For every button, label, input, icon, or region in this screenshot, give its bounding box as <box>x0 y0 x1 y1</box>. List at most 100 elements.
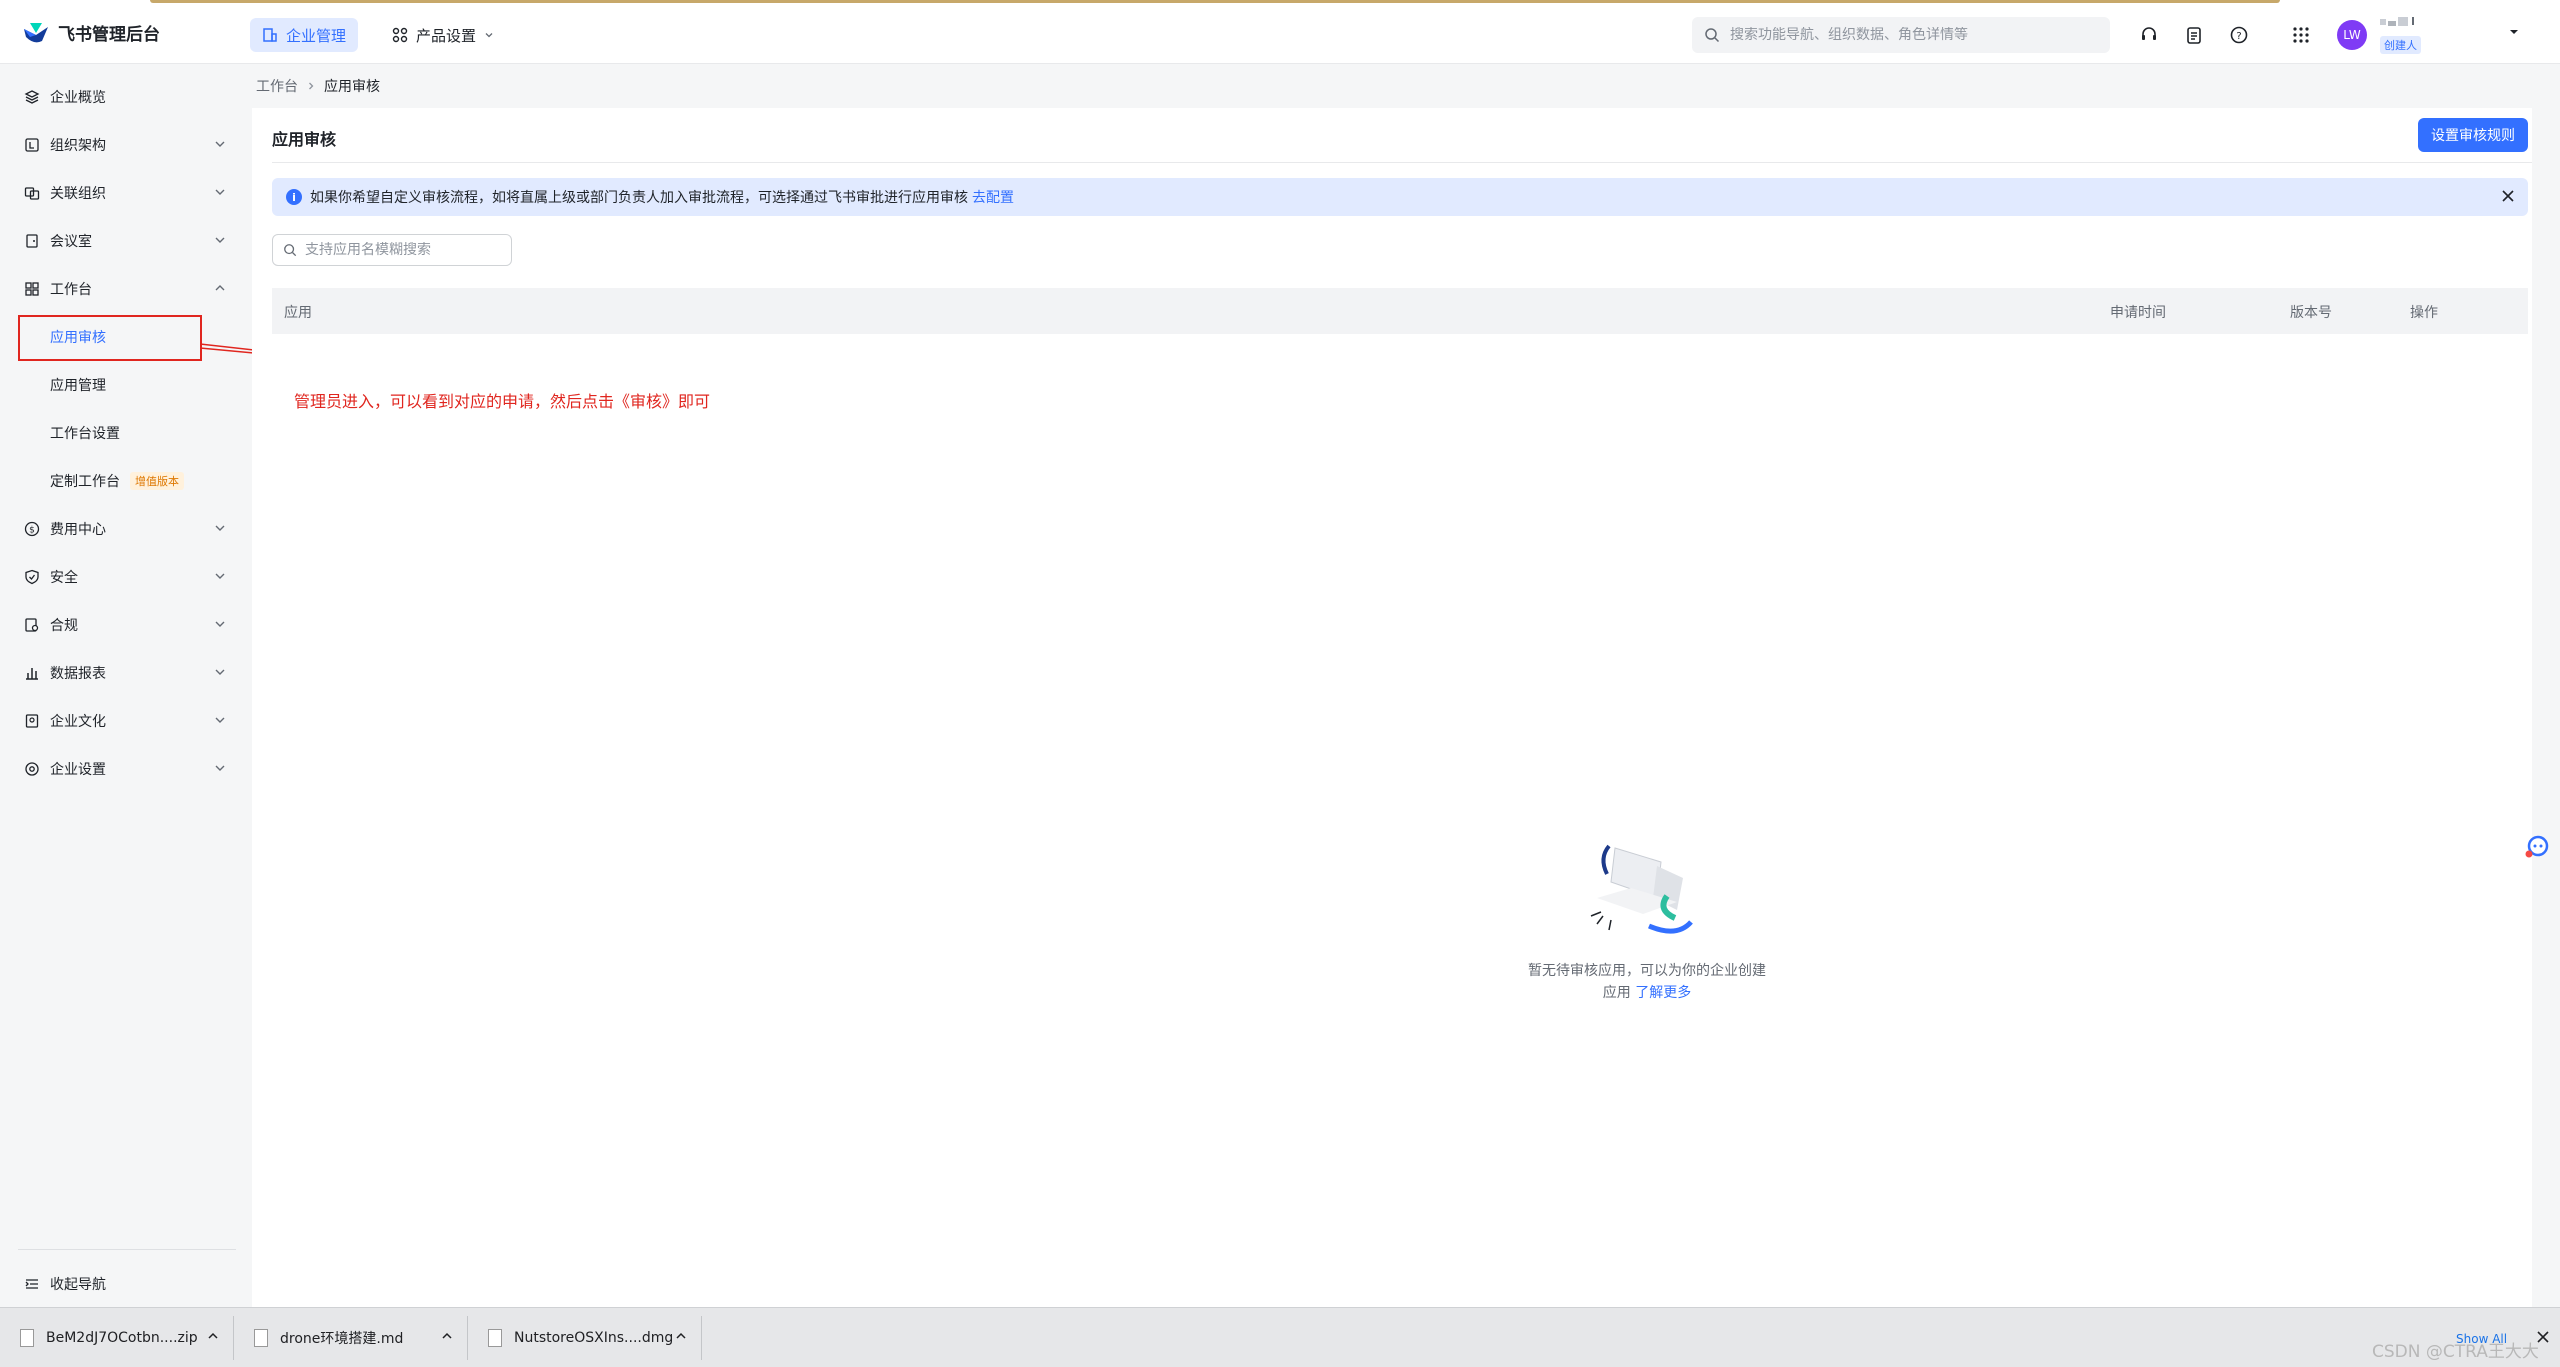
info-alert: i 如果你希望自定义审核流程，如将直属上级或部门负责人加入审批流程，可选择通过飞… <box>272 178 2528 216</box>
sidebar-item-label: 合规 <box>50 618 78 634</box>
collapse-nav-button[interactable]: 收起导航 <box>0 1264 240 1304</box>
download-filename: BeM2dJ7OCotbn....zip <box>46 1330 198 1346</box>
apps-grid-icon[interactable] <box>2288 22 2314 48</box>
app-search-input[interactable] <box>305 242 505 258</box>
sidebar-item-label: 组织架构 <box>50 138 106 154</box>
breadcrumb-parent[interactable]: 工作台 <box>256 76 298 96</box>
chevron-down-icon <box>215 669 225 675</box>
set-review-rules-button[interactable]: 设置审核规则 <box>2418 118 2528 152</box>
user-avatar[interactable]: LW <box>2337 20 2367 50</box>
chevron-down-icon <box>215 237 225 243</box>
column-header-version: 版本号 <box>2290 305 2332 321</box>
close-icon[interactable] <box>2500 188 2516 204</box>
empty-box-illustration <box>1590 844 1693 934</box>
floating-assistant-icon[interactable] <box>2522 832 2552 862</box>
feishu-logo-icon <box>24 22 48 42</box>
chevron-down-icon <box>215 141 225 147</box>
clipboard-icon[interactable] <box>2181 22 2207 48</box>
file-icon <box>254 1329 268 1347</box>
sidebar-item-billing[interactable]: $ 费用中心 <box>0 509 240 549</box>
app-logo[interactable]: 飞书管理后台 <box>22 20 160 45</box>
culture-icon <box>24 713 40 729</box>
premium-tag: 增值版本 <box>130 472 184 490</box>
global-search[interactable] <box>1692 17 2110 53</box>
caret-down-icon[interactable] <box>2508 26 2520 38</box>
chevron-right-icon <box>309 82 314 90</box>
help-icon[interactable]: ? <box>2226 22 2252 48</box>
download-item[interactable]: drone环境搭建.md <box>234 1316 468 1360</box>
chevron-down-icon <box>215 717 225 723</box>
svg-text:?: ? <box>2236 31 2241 42</box>
empty-state-message: 暂无待审核应用，可以为你的企业创建应用 了解更多 <box>1524 960 1770 1004</box>
sidebar-item-settings[interactable]: 企业设置 <box>0 749 240 789</box>
learn-more-link[interactable]: 了解更多 <box>1635 985 1691 1001</box>
product-icon <box>392 27 408 43</box>
chevron-down-icon <box>215 573 225 579</box>
sidebar-item-label: 会议室 <box>50 234 92 250</box>
search-icon <box>284 244 297 257</box>
sidebar-item-label: 应用管理 <box>50 378 106 394</box>
sidebar-item-label: 安全 <box>50 570 78 586</box>
building-icon <box>263 28 277 42</box>
sidebar-item-culture[interactable]: 企业文化 <box>0 701 240 741</box>
chevron-up-icon[interactable] <box>675 1330 687 1342</box>
app-title: 飞书管理后台 <box>58 25 160 45</box>
layers-icon <box>24 89 40 105</box>
chevron-down-icon <box>215 189 225 195</box>
sidebar-item-custom-workbench[interactable]: 定制工作台 增值版本 <box>0 461 240 501</box>
tab-product-settings[interactable]: 产品设置 <box>380 18 506 52</box>
download-filename: NutstoreOSXIns....dmg <box>514 1330 674 1346</box>
empty-state: 暂无待审核应用，可以为你的企业创建应用 了解更多 <box>1524 838 1770 1004</box>
search-icon <box>1705 28 1720 43</box>
sidebar-item-org[interactable]: 组织架构 <box>0 125 240 165</box>
org-icon <box>24 137 40 153</box>
chevron-down-icon <box>215 621 225 627</box>
link-org-icon <box>24 185 40 201</box>
column-header-actions: 操作 <box>2410 305 2438 321</box>
app-search[interactable] <box>272 234 512 266</box>
sidebar-item-reports[interactable]: 数据报表 <box>0 653 240 693</box>
browser-tab-accent <box>150 0 2280 3</box>
breadcrumb-current: 应用审核 <box>324 79 380 95</box>
download-item[interactable]: BeM2dJ7OCotbn....zip <box>0 1316 234 1360</box>
sidebar-item-overview[interactable]: 企业概览 <box>0 77 240 117</box>
sidebar-item-meeting-room[interactable]: 会议室 <box>0 221 240 261</box>
shield-icon <box>24 569 40 585</box>
sidebar-item-linked-org[interactable]: 关联组织 <box>0 173 240 213</box>
headset-icon[interactable] <box>2136 22 2162 48</box>
page-title: 应用审核 <box>272 130 337 149</box>
chevron-up-icon[interactable] <box>441 1330 453 1342</box>
chevron-up-icon <box>215 285 225 291</box>
file-icon <box>488 1329 502 1347</box>
collapse-icon <box>24 1276 40 1292</box>
tab-enterprise-management[interactable]: 企业管理 <box>250 18 359 52</box>
sidebar-item-label: 定制工作台 <box>50 474 120 490</box>
tab-label: 企业管理 <box>286 26 347 45</box>
sidebar-item-app-management[interactable]: 应用管理 <box>0 365 240 405</box>
sidebar-divider <box>18 1249 236 1250</box>
download-item[interactable]: NutstoreOSXIns....dmg <box>468 1316 702 1360</box>
column-header-apply-time: 申请时间 <box>2110 305 2166 321</box>
tab-label: 产品设置 <box>416 26 477 45</box>
main-panel: 应用审核 设置审核规则 i 如果你希望自定义审核流程，如将直属上级或部门负责人加… <box>252 108 2532 1308</box>
chart-icon <box>24 665 40 681</box>
chevron-up-icon[interactable] <box>207 1330 219 1342</box>
sidebar-item-label: 工作台设置 <box>50 426 120 442</box>
sidebar-item-compliance[interactable]: 合规 <box>0 605 240 645</box>
alert-text: 如果你希望自定义审核流程，如将直属上级或部门负责人加入审批流程，可选择通过飞书审… <box>310 190 968 206</box>
sidebar-item-label: 数据报表 <box>50 666 106 682</box>
chevron-down-icon <box>215 525 225 531</box>
global-search-input[interactable] <box>1730 27 2090 43</box>
compliance-icon <box>24 617 40 633</box>
user-role-badge: 创建人 <box>2380 36 2421 54</box>
sidebar-item-workbench[interactable]: 工作台 <box>0 269 240 309</box>
annotation-note: 管理员进入，可以看到对应的申请，然后点击《审核》即可 <box>294 392 711 411</box>
column-header-app: 应用 <box>284 305 312 321</box>
top-header: 飞书管理后台 企业管理 产品设置 ? LW 创建人 <box>0 4 2560 64</box>
sidebar-item-label: 企业文化 <box>50 714 106 730</box>
alert-config-link[interactable]: 去配置 <box>972 187 1014 207</box>
gear-icon <box>24 761 40 777</box>
sidebar-item-workbench-settings[interactable]: 工作台设置 <box>0 413 240 453</box>
sidebar: 企业概览 组织架构 关联组织 会议室 工作台 应用审核 应用管理 工作台设置 定… <box>0 65 250 1307</box>
sidebar-item-security[interactable]: 安全 <box>0 557 240 597</box>
